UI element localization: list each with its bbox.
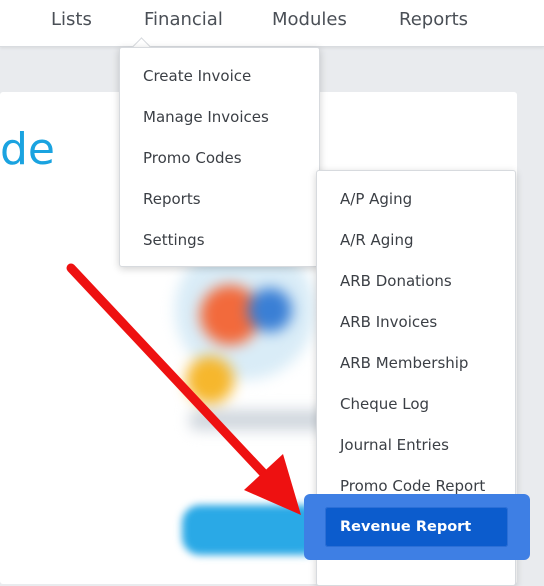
submenu-item-arb-membership[interactable]: ARB Membership [340, 354, 468, 372]
submenu-item-revenue-report[interactable]: Revenue Report [325, 507, 508, 547]
submenu-item-ap-aging[interactable]: A/P Aging [340, 190, 412, 208]
nav-financial[interactable]: Financial [144, 9, 223, 30]
menu-item-reports[interactable]: Reports [143, 190, 201, 208]
nav-lists[interactable]: Lists [51, 9, 92, 30]
submenu-item-journal-entries[interactable]: Journal Entries [340, 436, 449, 454]
submenu-item-arb-donations[interactable]: ARB Donations [340, 272, 452, 290]
top-navigation-bar: Lists Financial Modules Reports [0, 0, 544, 47]
submenu-item-arb-invoices[interactable]: ARB Invoices [340, 313, 437, 331]
menu-item-promo-codes[interactable]: Promo Codes [143, 149, 242, 167]
menu-item-create-invoice[interactable]: Create Invoice [143, 67, 251, 85]
menu-item-manage-invoices[interactable]: Manage Invoices [143, 108, 269, 126]
submenu-item-promo-code-report[interactable]: Promo Code Report [340, 477, 485, 495]
blurred-action-button [182, 505, 322, 555]
nav-modules[interactable]: Modules [272, 9, 347, 30]
submenu-item-cheque-log[interactable]: Cheque Log [340, 395, 429, 413]
financial-dropdown-menu: Create Invoice Manage Invoices Promo Cod… [119, 47, 320, 267]
submenu-item-ar-aging[interactable]: A/R Aging [340, 231, 413, 249]
menu-item-settings[interactable]: Settings [143, 231, 205, 249]
page-heading-fragment: de [0, 124, 55, 175]
nav-reports[interactable]: Reports [399, 9, 468, 30]
